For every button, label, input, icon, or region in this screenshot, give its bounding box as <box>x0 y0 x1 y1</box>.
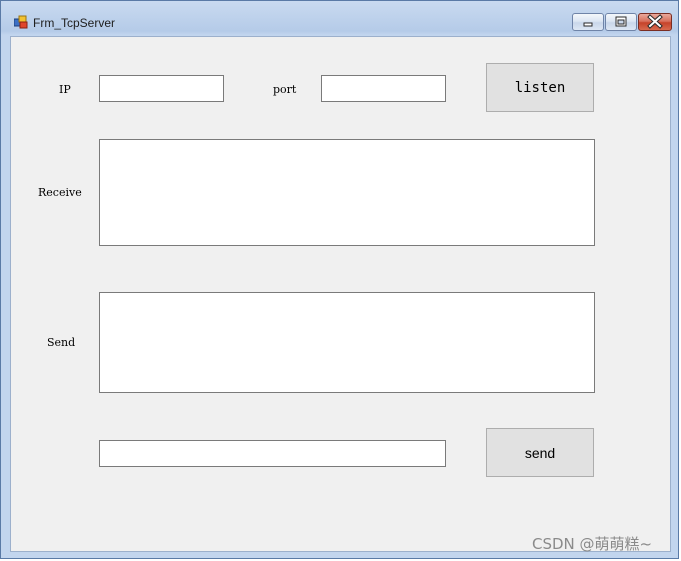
port-label: port <box>273 83 297 96</box>
minimize-button[interactable] <box>572 13 604 31</box>
listen-button[interactable]: listen <box>486 63 594 112</box>
send-button[interactable]: send <box>486 428 594 477</box>
csdn-watermark: CSDN @萌萌糕~ <box>532 535 653 553</box>
minimize-icon <box>583 22 593 27</box>
send-textarea[interactable] <box>99 292 595 393</box>
ip-input[interactable] <box>99 75 224 102</box>
ip-label: IP <box>59 83 71 96</box>
winforms-app-icon <box>14 15 28 29</box>
close-button[interactable] <box>638 13 672 31</box>
maximize-button[interactable] <box>605 13 637 31</box>
send-message-input[interactable] <box>99 440 446 467</box>
window-title: Frm_TcpServer <box>33 16 116 30</box>
title-bar[interactable]: Frm_TcpServer <box>1 1 678 33</box>
receive-label: Receive <box>38 186 82 199</box>
maximize-icon <box>615 16 627 27</box>
receive-textarea[interactable] <box>99 139 595 246</box>
port-input[interactable] <box>321 75 446 102</box>
send-label: Send <box>47 336 76 349</box>
close-icon <box>647 14 663 29</box>
